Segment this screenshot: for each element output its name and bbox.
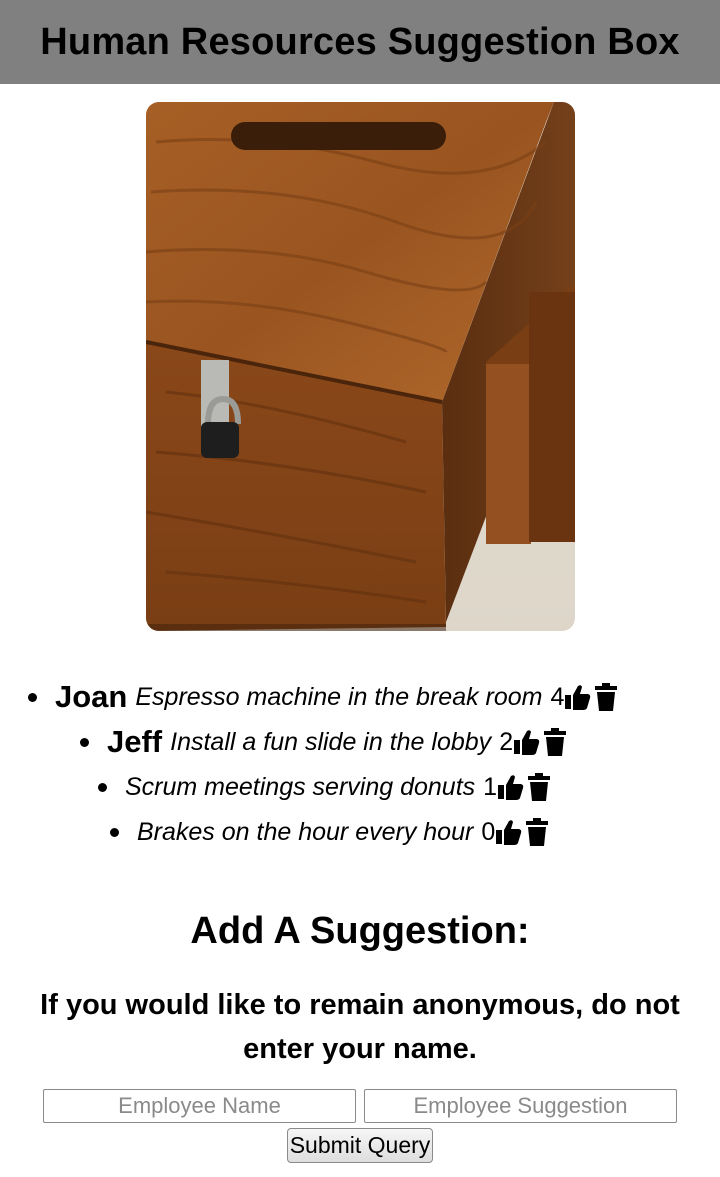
suggestion-author: Jeff [107,724,163,759]
vote-count: 1 [483,772,498,801]
suggestion-box-image [146,102,575,631]
bullet [110,827,119,837]
trash-icon[interactable] [541,726,569,758]
suggestion-text: Install a fun slide in the lobby [170,727,492,756]
suggestion-item: Jeff Install a fun slide in the lobby 2 [80,720,569,764]
submit-button[interactable]: Submit Query [287,1128,433,1163]
suggestion-text: Scrum meetings serving donuts [125,772,476,801]
trash-icon[interactable] [523,816,551,848]
thumbs-up-icon[interactable] [495,816,523,848]
thumbs-up-icon[interactable] [497,771,525,803]
suggestion-author: Joan [55,679,128,714]
vote-count: 0 [481,817,496,846]
bullet [80,737,89,747]
trash-icon[interactable] [592,681,620,713]
vote-count: 2 [499,727,514,756]
employee-name-input[interactable] [43,1089,356,1123]
header-bar: Human Resources Suggestion Box [0,0,720,84]
suggestion-box-photo [146,102,575,631]
thumbs-up-icon[interactable] [564,681,592,713]
employee-suggestion-input[interactable] [364,1089,677,1123]
suggestion-item: Brakes on the hour every hour 0 [110,810,551,854]
anonymity-note: If you would like to remain anonymous, d… [40,989,680,1065]
suggestion-text: Brakes on the hour every hour [137,817,474,846]
page-title: Human Resources Suggestion Box [40,20,680,63]
suggestion-text: Espresso machine in the break room [135,682,543,711]
bullet [28,692,37,702]
suggestion-item: Scrum meetings serving donuts 1 [98,765,553,809]
add-suggestion-heading: Add A Suggestion: [190,910,530,952]
bullet [98,782,107,792]
trash-icon[interactable] [525,771,553,803]
suggestion-item: Joan Espresso machine in the break room … [28,675,620,719]
vote-count: 4 [550,682,565,711]
thumbs-up-icon[interactable] [513,726,541,758]
page: Human Resources Suggestion Box Joan Espr… [0,0,720,1177]
